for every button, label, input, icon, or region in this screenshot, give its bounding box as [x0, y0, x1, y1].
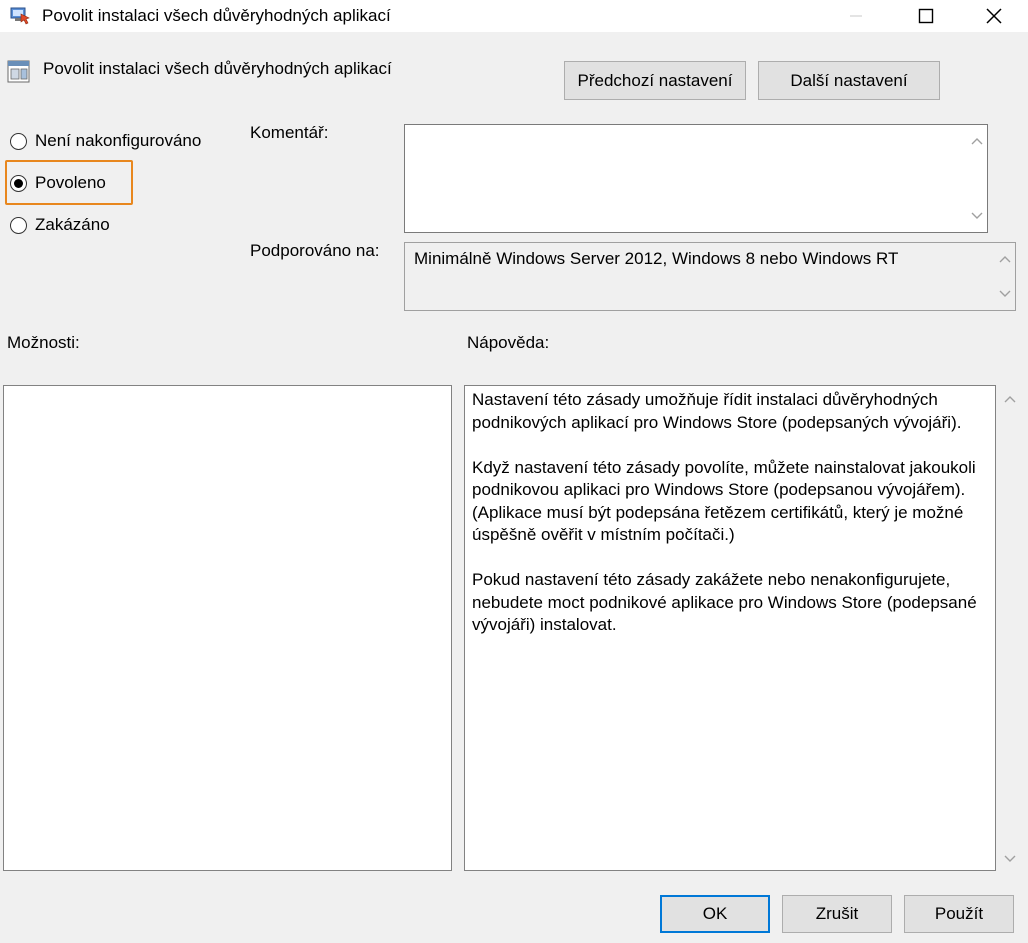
- policy-title: Povolit instalaci všech důvěryhodných ap…: [43, 59, 392, 78]
- options-label: Možnosti:: [7, 333, 80, 352]
- comment-textarea[interactable]: [404, 124, 988, 233]
- close-icon: [986, 8, 1002, 24]
- scroll-down-icon[interactable]: [967, 206, 987, 226]
- close-button[interactable]: [960, 0, 1028, 32]
- scroll-up-icon[interactable]: [995, 249, 1015, 269]
- window-title: Povolit instalaci všech důvěryhodných ap…: [42, 6, 391, 25]
- supported-field: Minimálně Windows Server 2012, Windows 8…: [404, 242, 1016, 311]
- radio-not-configured[interactable]: Není nakonfigurováno: [10, 131, 201, 151]
- radio-button-checked[interactable]: [10, 174, 27, 192]
- radio-label: Zakázáno: [35, 215, 110, 234]
- maximize-icon: [918, 8, 934, 24]
- policy-app-icon: [9, 5, 31, 25]
- radio-enabled[interactable]: Povoleno: [10, 173, 106, 193]
- radio-label: Povoleno: [35, 173, 106, 192]
- help-scroll-up-icon[interactable]: [1000, 389, 1020, 409]
- help-paragraph: Když nastavení této zásady povolíte, můž…: [472, 457, 976, 545]
- comment-label: Komentář:: [250, 123, 329, 142]
- scroll-down-icon[interactable]: [995, 284, 1015, 304]
- cancel-button[interactable]: Zrušit: [782, 895, 892, 933]
- help-scroll-down-icon[interactable]: [1000, 849, 1020, 869]
- help-paragraph: Pokud nastavení této zásady zakážete neb…: [472, 570, 977, 634]
- scroll-up-icon[interactable]: [967, 131, 987, 151]
- minimize-button[interactable]: [822, 0, 890, 32]
- radio-button[interactable]: [10, 216, 27, 234]
- radio-button[interactable]: [10, 132, 27, 150]
- supported-value: Minimálně Windows Server 2012, Windows 8…: [414, 249, 899, 268]
- help-paragraph: Nastavení této zásady umožňuje řídit ins…: [472, 390, 962, 432]
- help-label: Nápověda:: [467, 333, 550, 352]
- options-panel: [3, 385, 452, 871]
- policy-setting-icon: [7, 60, 30, 83]
- radio-disabled[interactable]: Zakázáno: [10, 215, 110, 235]
- next-setting-button[interactable]: Další nastavení: [758, 61, 940, 100]
- maximize-button[interactable]: [892, 0, 960, 32]
- previous-setting-button[interactable]: Předchozí nastavení: [564, 61, 746, 100]
- ok-button[interactable]: OK: [660, 895, 770, 933]
- radio-label: Není nakonfigurováno: [35, 131, 202, 150]
- apply-button[interactable]: Použít: [904, 895, 1014, 933]
- supported-label: Podporováno na:: [250, 241, 380, 260]
- help-text: Nastavení této zásady umožňuje řídit ins…: [472, 389, 982, 659]
- minimize-icon: [850, 15, 862, 17]
